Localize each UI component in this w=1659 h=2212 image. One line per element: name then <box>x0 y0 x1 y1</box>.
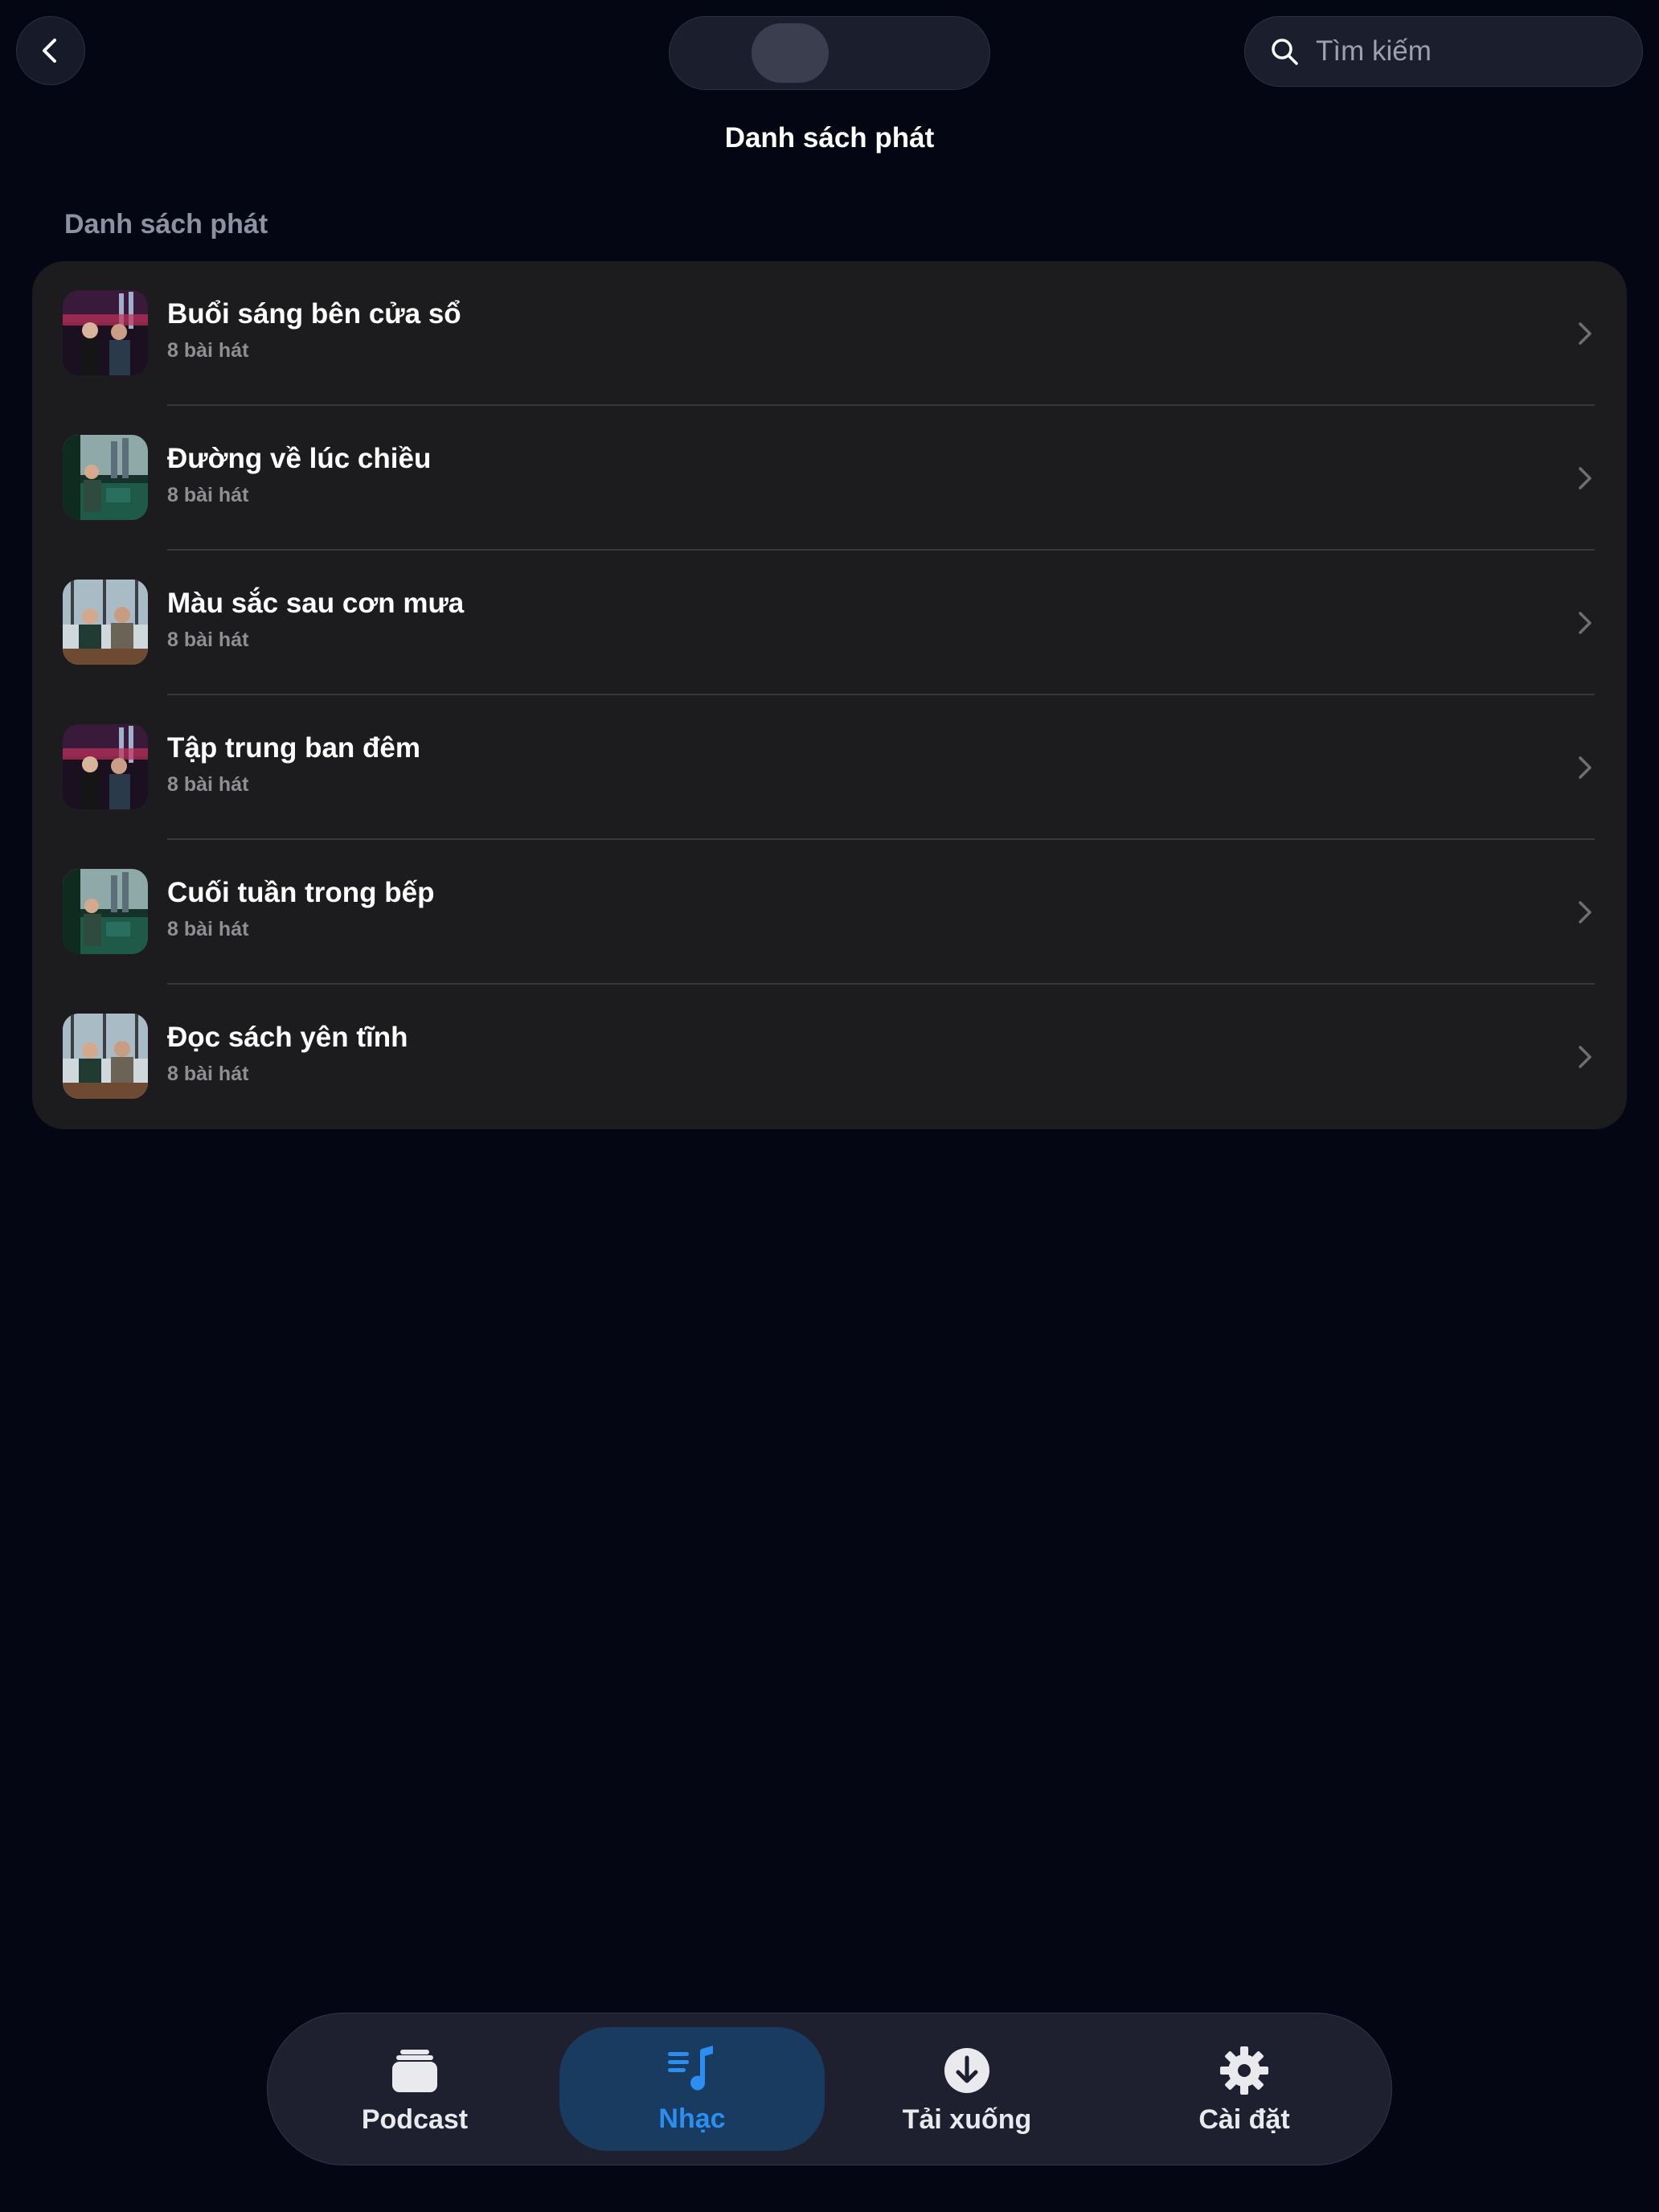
chevron-right-icon <box>1579 1046 1591 1068</box>
music-playlists-screen: Danh sách phát Danh sách phát <box>0 0 1659 2212</box>
playlist-title: Đọc sách yên tĩnh <box>167 1022 408 1053</box>
page-title: Danh sách phát <box>724 122 935 154</box>
playlist-row[interactable]: Đường về lúc chiều 8 bài hát <box>32 406 1627 551</box>
view-toggle[interactable] <box>669 16 990 90</box>
tab-bar: Podcast Nhạc Tải xuống Cài đặt <box>267 2013 1392 2165</box>
playlist-row[interactable]: Tập trung ban đêm 8 bài hát <box>32 695 1627 840</box>
playlist-track-count: 8 bài hát <box>167 629 249 651</box>
chevron-left-icon <box>43 39 56 63</box>
search-input[interactable] <box>1314 35 1623 68</box>
tab-label: Cài đặt <box>1198 2103 1290 2135</box>
playlist-title: Đường về lúc chiều <box>167 443 432 474</box>
back-button[interactable] <box>16 16 85 85</box>
gear-icon <box>1220 2046 1268 2095</box>
tab-podcast[interactable]: Podcast <box>282 2013 547 2166</box>
view-toggle-knob[interactable] <box>752 23 829 83</box>
playlist-row[interactable]: Đọc sách yên tĩnh 8 bài hát <box>32 985 1627 1129</box>
playlist-track-count: 8 bài hát <box>167 773 249 796</box>
playlist-track-count: 8 bài hát <box>167 918 249 940</box>
chevron-right-icon <box>1579 322 1591 345</box>
playlist-title: Tập trung ban đêm <box>167 732 420 764</box>
search-icon <box>1272 39 1298 65</box>
search-field[interactable] <box>1244 16 1643 87</box>
playlist-row[interactable]: Cuối tuần trong bếp 8 bài hát <box>32 840 1627 985</box>
tab-music[interactable]: Nhạc <box>559 2027 825 2151</box>
tab-downloads[interactable]: Tải xuống <box>834 2013 1100 2166</box>
tab-label: Tải xuống <box>902 2103 1032 2135</box>
playlist-row[interactable]: Buổi sáng bên cửa sổ 8 bài hát <box>32 261 1627 406</box>
download-icon <box>944 2047 989 2093</box>
playlist-artwork <box>63 724 148 809</box>
chevron-right-icon <box>1579 467 1591 490</box>
playlist-list: Buổi sáng bên cửa sổ 8 bài hát Đường về … <box>32 261 1627 1129</box>
playlist-artwork <box>63 1014 148 1099</box>
playlist-track-count: 8 bài hát <box>167 339 249 362</box>
playlist-track-count: 8 bài hát <box>167 484 249 506</box>
playlist-artwork <box>63 290 148 375</box>
playlist-title: Màu sắc sau cơn mưa <box>167 588 465 619</box>
tab-label: Nhạc <box>658 2103 726 2134</box>
tab-label: Podcast <box>361 2103 469 2135</box>
chevron-right-icon <box>1579 756 1591 779</box>
chevron-right-icon <box>1579 612 1591 634</box>
playlist-title: Buổi sáng bên cửa sổ <box>167 298 461 330</box>
playlist-artwork <box>63 580 148 665</box>
chevron-right-icon <box>1579 901 1591 924</box>
music-list-icon <box>668 2045 713 2090</box>
tab-settings[interactable]: Cài đặt <box>1112 2013 1377 2166</box>
section-header: Danh sách phát <box>64 209 268 240</box>
podcast-stack-icon <box>392 2049 437 2092</box>
playlist-artwork <box>63 869 148 954</box>
playlist-track-count: 8 bài hát <box>167 1063 249 1085</box>
playlist-row[interactable]: Màu sắc sau cơn mưa 8 bài hát <box>32 551 1627 695</box>
playlist-artwork <box>63 435 148 520</box>
playlist-title: Cuối tuần trong bếp <box>167 877 435 908</box>
